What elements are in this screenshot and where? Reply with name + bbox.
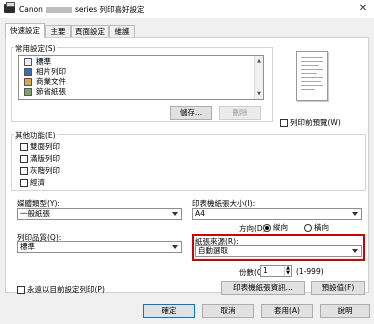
portrait-radio[interactable]: 縱向 xyxy=(263,222,288,233)
media-type-select[interactable]: 一般紙張 xyxy=(17,208,182,220)
scroll-up-icon[interactable]: ▲ xyxy=(255,57,263,65)
scroll-down-icon[interactable]: ▼ xyxy=(255,90,263,98)
ok-button[interactable]: 確定 xyxy=(143,304,195,318)
copies-stepper[interactable]: 1 ▲ ▼ xyxy=(260,265,292,277)
chevron-down-icon xyxy=(172,245,178,249)
preview-before-print-checkbox[interactable]: 列印前預覽(W) xyxy=(280,117,341,128)
chevron-down-icon xyxy=(172,212,178,216)
printer-app-icon xyxy=(4,2,15,13)
spin-updown-icon[interactable]: ▲ ▼ xyxy=(284,266,291,276)
paper-source-highlight xyxy=(192,234,365,261)
always-print-current-settings-checkbox[interactable]: 永遠以目前設定列印(P) xyxy=(17,284,105,295)
other-features-group xyxy=(11,134,366,191)
print-quality-select[interactable]: 標準 xyxy=(17,241,182,253)
help-button[interactable]: 說明 xyxy=(320,304,370,318)
borderless-printing-checkbox[interactable]: 滿版列印 xyxy=(20,153,60,164)
defaults-button[interactable]: 預設值(F) xyxy=(311,281,365,295)
landscape-radio[interactable]: 橫向 xyxy=(304,222,329,233)
other-features-group-label: 其他功能(E) xyxy=(14,130,57,141)
window-title-suffix: series 列印喜好設定 xyxy=(74,5,145,14)
grayscale-printing-checkbox[interactable]: 灰階列印 xyxy=(20,165,60,176)
paper-size-select[interactable]: A4 xyxy=(192,208,362,220)
photo-icon xyxy=(24,68,32,76)
preset-item-paper-saving[interactable]: 節省紙張 xyxy=(24,87,66,97)
preview-checkbox-label: 列印前預覽(W) xyxy=(290,118,341,127)
paper-preview-image xyxy=(296,51,328,101)
economy-checkbox[interactable]: 經濟 xyxy=(20,177,45,188)
tab-maintenance[interactable]: 維護 xyxy=(109,25,135,37)
preset-item-business[interactable]: 商業文件 xyxy=(24,77,66,87)
copies-range: (1-999) xyxy=(296,267,324,276)
apply-button[interactable]: 套用(A) xyxy=(261,304,313,318)
window-title: Canon series 列印喜好設定 xyxy=(19,4,145,15)
title-bar: Canon series 列印喜好設定 ✕ xyxy=(0,0,374,18)
duplex-printing-checkbox[interactable]: 雙面列印 xyxy=(20,141,60,152)
presets-listbox[interactable]: 標準 相片列印 商業文件 節省紙張 ▲ ▼ xyxy=(18,55,264,100)
business-document-icon xyxy=(24,78,32,86)
delete-preset-button[interactable]: 刪除 xyxy=(219,106,261,120)
printer-paper-info-button[interactable]: 印表機紙張資訊... xyxy=(221,281,305,295)
document-icon xyxy=(24,58,32,66)
cancel-button[interactable]: 取消 xyxy=(202,304,254,318)
preset-item-standard[interactable]: 標準 xyxy=(24,57,51,67)
presets-scrollbar[interactable]: ▲ ▼ xyxy=(254,56,263,99)
tab-page-setup[interactable]: 頁面設定 xyxy=(71,25,109,37)
tab-main[interactable]: 主要 xyxy=(45,25,71,37)
save-preset-button[interactable]: 儲存... xyxy=(170,106,212,120)
chevron-down-icon xyxy=(352,212,358,216)
quick-setup-panel: 常用設定(S) 標準 相片列印 商業文件 節省紙張 ▲ ▼ 儲存... 刪除 列… xyxy=(5,37,369,295)
tab-quick-setup[interactable]: 快速設定 xyxy=(5,23,45,38)
paper-saving-icon xyxy=(24,88,32,96)
window-title-prefix: Canon xyxy=(19,5,43,14)
preset-item-photo[interactable]: 相片列印 xyxy=(24,67,66,77)
close-icon[interactable]: ✕ xyxy=(356,2,370,16)
presets-group-label: 常用設定(S) xyxy=(14,43,57,54)
redacted-model-name xyxy=(45,7,72,13)
